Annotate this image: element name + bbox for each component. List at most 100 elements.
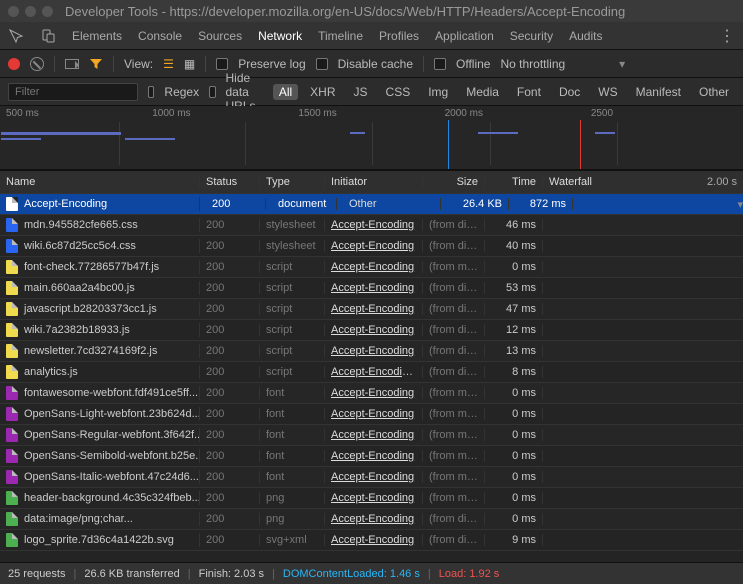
file-icon: [6, 533, 18, 547]
col-status[interactable]: Status: [200, 176, 260, 188]
request-initiator[interactable]: Accept-Encoding: [331, 492, 414, 504]
filter-chip-xhr[interactable]: XHR: [304, 84, 341, 100]
request-row[interactable]: main.660aa2a4bc00.js200scriptAccept-Enco…: [0, 278, 743, 299]
request-row[interactable]: mdn.945582cfe665.css200stylesheetAccept-…: [0, 215, 743, 236]
filter-chip-js[interactable]: JS: [348, 84, 374, 100]
filter-chip-manifest[interactable]: Manifest: [630, 84, 687, 100]
tab-console[interactable]: Console: [138, 29, 182, 43]
more-menu-icon[interactable]: ⋮: [719, 26, 735, 46]
file-icon: [6, 218, 18, 232]
request-time: 0 ms: [485, 471, 543, 483]
filter-chip-other[interactable]: Other: [693, 84, 735, 100]
request-status: 200: [200, 261, 260, 273]
col-type[interactable]: Type: [260, 176, 325, 188]
col-time[interactable]: Time: [485, 176, 543, 188]
clear-button[interactable]: [30, 57, 44, 71]
offline-checkbox[interactable]: [434, 58, 446, 70]
request-initiator[interactable]: Accept-Encoding: [331, 387, 414, 399]
request-row[interactable]: wiki.7a2382b18933.js200scriptAccept-Enco…: [0, 320, 743, 341]
request-row[interactable]: font-check.77286577b47f.js200scriptAccep…: [0, 257, 743, 278]
request-name: font-check.77286577b47f.js: [24, 261, 159, 273]
request-row[interactable]: OpenSans-Semibold-webfont.b25e...200font…: [0, 446, 743, 467]
request-row[interactable]: OpenSans-Regular-webfont.3f642f...200fon…: [0, 425, 743, 446]
timeline-overview[interactable]: 500 ms1000 ms1500 ms2000 ms2500: [0, 106, 743, 170]
filter-chip-css[interactable]: CSS: [380, 84, 417, 100]
request-initiator[interactable]: Accept-Encoding: [331, 219, 414, 231]
request-initiator[interactable]: Accept-Encoding...: [331, 366, 423, 378]
disable-cache-label: Disable cache: [338, 57, 413, 71]
request-initiator[interactable]: Accept-Encoding: [331, 450, 414, 462]
request-row[interactable]: data:image/png;char...200pngAccept-Encod…: [0, 509, 743, 530]
request-row[interactable]: javascript.b28203373cc1.js200scriptAccep…: [0, 299, 743, 320]
filter-chip-ws[interactable]: WS: [592, 84, 623, 100]
tab-application[interactable]: Application: [435, 29, 494, 43]
col-waterfall[interactable]: Waterfall2.00 s: [543, 176, 743, 188]
file-icon: [6, 239, 18, 253]
regex-checkbox[interactable]: [148, 86, 154, 98]
filter-chip-doc[interactable]: Doc: [553, 84, 586, 100]
file-icon: [6, 197, 18, 211]
request-type: script: [260, 324, 325, 336]
tab-audits[interactable]: Audits: [569, 29, 602, 43]
col-name[interactable]: Name: [0, 176, 200, 188]
offline-label: Offline: [456, 57, 490, 71]
view-list-icon[interactable]: ☰: [163, 57, 174, 71]
request-row[interactable]: fontawesome-webfont.fdf491ce5ff...200fon…: [0, 383, 743, 404]
tab-elements[interactable]: Elements: [72, 29, 122, 43]
minimize-window-icon[interactable]: [25, 6, 36, 17]
filter-chip-img[interactable]: Img: [422, 84, 454, 100]
device-toggle-icon[interactable]: [40, 28, 56, 44]
filter-chip-media[interactable]: Media: [460, 84, 505, 100]
request-row[interactable]: OpenSans-Italic-webfont.47c24d6...200fon…: [0, 467, 743, 488]
request-size: (from me...: [423, 429, 485, 441]
request-row[interactable]: Accept-Encoding200documentOther26.4 KB87…: [0, 194, 743, 215]
inspect-icon[interactable]: [8, 28, 24, 44]
request-initiator[interactable]: Accept-Encoding: [331, 303, 414, 315]
request-initiator[interactable]: Accept-Encoding: [331, 261, 414, 273]
window-title: Developer Tools - https://developer.mozi…: [65, 4, 625, 19]
tab-network[interactable]: Network: [258, 29, 302, 43]
screenshot-icon[interactable]: [65, 59, 79, 69]
disable-cache-checkbox[interactable]: [316, 58, 328, 70]
col-initiator[interactable]: Initiator: [325, 176, 423, 188]
request-time: 0 ms: [485, 492, 543, 504]
preserve-log-checkbox[interactable]: [216, 58, 228, 70]
request-initiator[interactable]: Accept-Encoding: [331, 324, 414, 336]
filter-chip-all[interactable]: All: [273, 84, 298, 100]
request-initiator[interactable]: Accept-Encoding: [331, 429, 414, 441]
traffic-lights[interactable]: [8, 6, 53, 17]
tab-timeline[interactable]: Timeline: [318, 29, 363, 43]
view-grid-icon[interactable]: ▦: [184, 57, 195, 71]
request-initiator[interactable]: Accept-Encoding: [331, 513, 414, 525]
tab-profiles[interactable]: Profiles: [379, 29, 419, 43]
hide-data-urls-checkbox[interactable]: [209, 86, 215, 98]
close-window-icon[interactable]: [8, 6, 19, 17]
filter-chip-font[interactable]: Font: [511, 84, 547, 100]
request-name: main.660aa2a4bc00.js: [24, 282, 135, 294]
table-header[interactable]: Name Status Type Initiator Size Time Wat…: [0, 170, 743, 194]
maximize-window-icon[interactable]: [42, 6, 53, 17]
request-row[interactable]: wiki.6c87d25cc5c4.css200stylesheetAccept…: [0, 236, 743, 257]
tab-security[interactable]: Security: [510, 29, 553, 43]
request-initiator[interactable]: Accept-Encoding: [331, 471, 414, 483]
col-size[interactable]: Size: [423, 176, 485, 188]
request-row[interactable]: header-background.4c35c324fbeb...200pngA…: [0, 488, 743, 509]
request-row[interactable]: logo_sprite.7d36c4a1422b.svg200svg+xmlAc…: [0, 530, 743, 551]
request-status: 200: [200, 303, 260, 315]
request-type: script: [260, 303, 325, 315]
tab-sources[interactable]: Sources: [198, 29, 242, 43]
request-initiator[interactable]: Accept-Encoding: [331, 408, 414, 420]
request-status: 200: [200, 513, 260, 525]
request-row[interactable]: newsletter.7cd3274169f2.js200scriptAccep…: [0, 341, 743, 362]
request-initiator[interactable]: Accept-Encoding: [331, 240, 414, 252]
request-row[interactable]: analytics.js200scriptAccept-Encoding...(…: [0, 362, 743, 383]
throttling-select[interactable]: No throttling: [500, 57, 625, 71]
request-initiator[interactable]: Accept-Encoding: [331, 534, 414, 546]
request-initiator[interactable]: Accept-Encoding: [331, 282, 414, 294]
filter-input[interactable]: [8, 83, 138, 101]
request-initiator[interactable]: Accept-Encoding: [331, 345, 414, 357]
request-row[interactable]: OpenSans-Light-webfont.23b624d...200font…: [0, 404, 743, 425]
request-name: OpenSans-Semibold-webfont.b25e...: [24, 450, 200, 462]
record-button[interactable]: [8, 58, 20, 70]
filter-icon[interactable]: [89, 57, 103, 71]
